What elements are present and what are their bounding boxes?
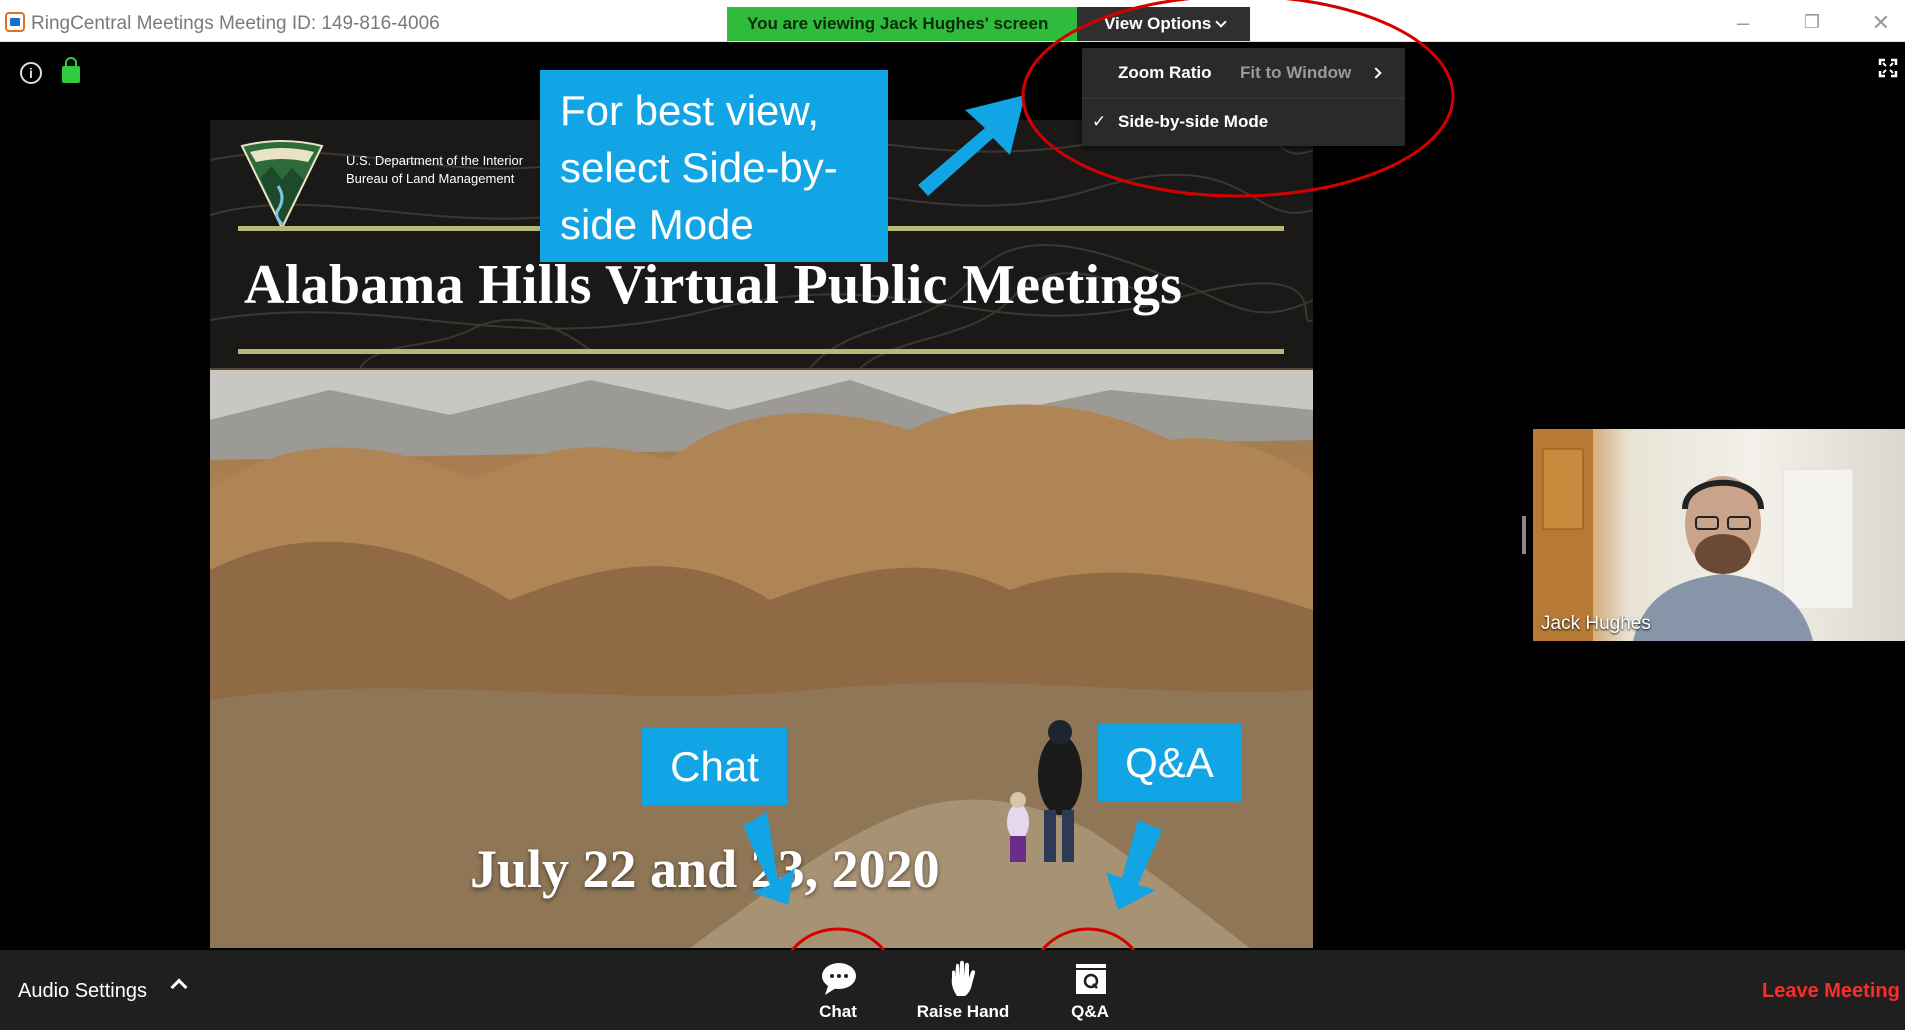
app-icon	[5, 12, 25, 32]
participant-name: Jack Hughes	[1541, 613, 1651, 634]
chat-button[interactable]: Chat	[783, 956, 893, 1026]
resize-handle[interactable]	[1522, 516, 1526, 554]
agency-line-1: U.S. Department of the Interior	[346, 153, 524, 168]
qa-button[interactable]: Q&A	[1035, 956, 1145, 1026]
callout-best-view: For best view, select Side-by-side Mode	[540, 70, 888, 262]
info-icon[interactable]: i	[20, 62, 42, 84]
meeting-toolbar: Audio Settings Chat Raise Hand Q&A Leave…	[0, 950, 1905, 1030]
chat-icon	[822, 963, 856, 995]
viewing-screen-banner: You are viewing Jack Hughes' screen	[727, 7, 1077, 41]
side-by-side-label: Side-by-side Mode	[1118, 112, 1269, 131]
window-title: RingCentral Meetings Meeting ID: 149-816…	[31, 13, 440, 34]
minimize-button[interactable]: –	[1728, 10, 1758, 36]
checkmark-icon: ✓	[1092, 112, 1107, 131]
slide-divider-bottom	[238, 349, 1284, 354]
callout-qa: Q&A	[1098, 724, 1241, 801]
qa-label: Q&A	[1071, 1002, 1109, 1021]
menu-item-zoom-ratio[interactable]: Zoom Ratio Fit to Window	[1082, 50, 1405, 96]
close-button[interactable]: ✕	[1866, 10, 1896, 36]
raise-hand-button[interactable]: Raise Hand	[908, 956, 1018, 1026]
menu-item-side-by-side[interactable]: ✓ Side-by-side Mode	[1082, 98, 1405, 144]
raise-hand-label: Raise Hand	[916, 1002, 1010, 1021]
slide-date: July 22 and 23, 2020	[470, 839, 940, 899]
audio-settings-button[interactable]: Audio Settings	[18, 980, 147, 1003]
view-options-menu: Zoom Ratio Fit to Window ✓ Side-by-side …	[1082, 48, 1405, 146]
chevron-up-icon[interactable]	[170, 978, 188, 996]
chevron-right-icon	[1370, 67, 1382, 79]
restore-button[interactable]: ❐	[1797, 12, 1827, 33]
agency-line-2: Bureau of Land Management	[346, 171, 515, 186]
chevron-down-icon	[1215, 16, 1228, 28]
participant-video-frame	[1533, 429, 1854, 641]
agency-name: U.S. Department of the Interior Bureau o…	[346, 152, 523, 188]
chat-label: Chat	[819, 1002, 857, 1021]
participant-video[interactable]: Jack Hughes	[1533, 429, 1905, 641]
callout-chat: Chat	[642, 728, 787, 805]
view-options-button[interactable]: View Options	[1077, 7, 1250, 41]
qa-icon	[1076, 964, 1106, 994]
slide-title: Alabama Hills Virtual Public Meetings	[244, 254, 1183, 316]
leave-meeting-button[interactable]: Leave Meeting	[1762, 980, 1900, 1003]
lock-icon[interactable]	[62, 57, 80, 83]
hand-icon	[951, 960, 976, 996]
window-titlebar: RingCentral Meetings Meeting ID: 149-816…	[0, 0, 1905, 42]
zoom-ratio-label: Zoom Ratio	[1118, 63, 1212, 82]
fullscreen-icon[interactable]	[1878, 58, 1898, 78]
zoom-ratio-value: Fit to Window	[1240, 63, 1352, 82]
blm-logo	[240, 140, 324, 230]
view-options-label: View Options	[1104, 14, 1212, 33]
